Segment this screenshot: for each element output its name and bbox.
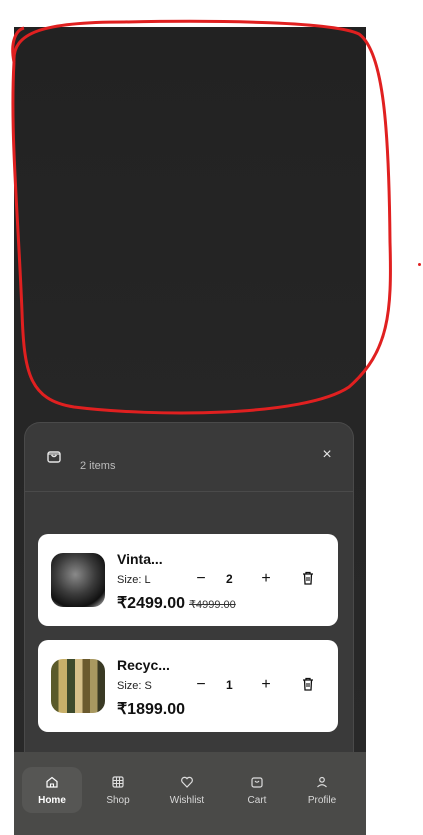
increase-quantity-button[interactable]: +: [257, 676, 275, 694]
heart-icon: [181, 776, 193, 788]
product-image: [51, 659, 105, 713]
product-title[interactable]: Vinta...: [117, 551, 163, 567]
product-image: [51, 553, 105, 607]
nav-item-profile[interactable]: Profile: [292, 767, 352, 813]
cart-item: Vinta... Size: L ₹2499.00 ₹4999.00 − 2 +: [38, 534, 338, 626]
phone-screen: 2 items × Vinta... Size: L ₹2499.00 ₹4999…: [14, 27, 366, 835]
items-count: 2 items: [80, 460, 116, 472]
home-icon: [46, 776, 58, 788]
cart-header: 2 items ×: [25, 423, 353, 492]
decrease-quantity-button[interactable]: −: [192, 676, 210, 694]
decrease-quantity-button[interactable]: −: [192, 570, 210, 588]
grid-icon: [112, 776, 124, 788]
nav-label: Shop: [106, 795, 130, 806]
product-size: Size: L: [117, 574, 151, 586]
nav-label: Cart: [247, 795, 267, 806]
quantity-value: 2: [226, 572, 233, 586]
product-size: Size: S: [117, 680, 152, 692]
nav-label: Home: [38, 795, 66, 806]
original-price: ₹4999.00: [189, 599, 236, 611]
product-price: ₹2499.00: [117, 595, 186, 612]
nav-item-cart[interactable]: Cart: [227, 767, 287, 813]
close-button[interactable]: ×: [317, 445, 337, 465]
product-title[interactable]: Recyc...: [117, 657, 170, 673]
nav-label: Profile: [307, 795, 337, 806]
nav-item-home[interactable]: Home: [22, 767, 82, 813]
nav-item-wishlist[interactable]: Wishlist: [157, 767, 217, 813]
red-annotation-dot: [418, 263, 421, 266]
nav-label: Wishlist: [169, 795, 205, 806]
bag-icon: [47, 451, 61, 463]
bag-icon: [251, 777, 263, 788]
quantity-value: 1: [226, 678, 233, 692]
price-row: ₹2499.00 ₹4999.00: [117, 593, 236, 613]
bottom-navigation: Home Shop Wishlist Cart Profile: [14, 752, 366, 835]
nav-item-shop[interactable]: Shop: [88, 767, 148, 813]
price-row: ₹1899.00: [117, 699, 185, 719]
increase-quantity-button[interactable]: +: [257, 570, 275, 588]
product-price: ₹1899.00: [117, 701, 186, 718]
cart-item: Recyc... Size: S ₹1899.00 − 1 +: [38, 640, 338, 732]
trash-icon[interactable]: [300, 570, 316, 586]
trash-icon[interactable]: [300, 676, 316, 692]
user-icon: [317, 776, 327, 788]
